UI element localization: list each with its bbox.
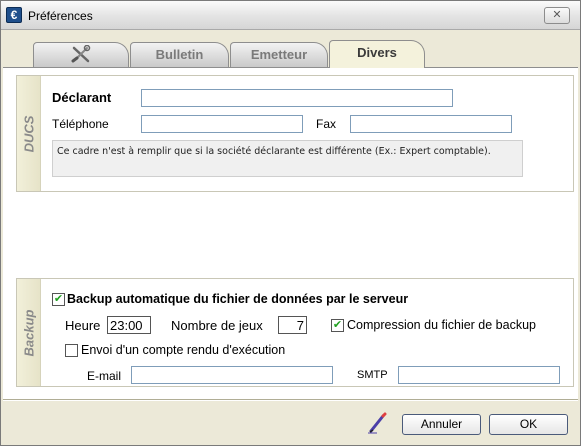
- ducs-group: DUCS Déclarant Téléphone Fax Ce cadre n'…: [16, 75, 574, 192]
- email-label: E-mail: [87, 369, 122, 383]
- email-input[interactable]: [131, 366, 333, 384]
- settings-tools-icon: [71, 44, 91, 63]
- tab-general[interactable]: [33, 42, 129, 67]
- ducs-section-title: DUCS: [21, 115, 36, 152]
- envoi-checkbox[interactable]: [65, 344, 78, 357]
- backup-section-band: Backup: [17, 279, 41, 386]
- smtp-input[interactable]: [398, 366, 560, 384]
- backup-group: Backup ✔ Backup automatique du fichier d…: [16, 278, 574, 387]
- tab-divers[interactable]: Divers: [329, 40, 425, 68]
- tab-bulletin[interactable]: Bulletin: [130, 42, 229, 67]
- heure-label: Heure: [65, 318, 101, 333]
- window-title: Préférences: [28, 9, 93, 23]
- nb-jeux-label: Nombre de jeux: [171, 318, 263, 333]
- footer-separator: [3, 399, 578, 401]
- nb-jeux-input[interactable]: [278, 316, 307, 334]
- compression-label: Compression du fichier de backup: [347, 318, 536, 332]
- envoi-label: Envoi d'un compte rendu d'exécution: [81, 343, 286, 357]
- smtp-label: SMTP: [357, 369, 388, 381]
- declarant-input[interactable]: [141, 89, 453, 107]
- divers-panel: DUCS Déclarant Téléphone Fax Ce cadre n'…: [3, 68, 578, 399]
- declarant-label: Déclarant: [52, 90, 112, 105]
- preferences-window: € Préférences ✕ Bulletin Emetteur Divers…: [0, 0, 581, 446]
- tab-emetteur[interactable]: Emetteur: [230, 42, 328, 67]
- telephone-input[interactable]: [141, 115, 303, 133]
- ducs-info-note: Ce cadre n'est à remplir que si la socié…: [52, 140, 523, 177]
- pen-icon[interactable]: [365, 411, 389, 435]
- close-button[interactable]: ✕: [544, 7, 570, 24]
- title-bar: € Préférences ✕: [1, 1, 580, 30]
- backup-section-title: Backup: [21, 309, 36, 356]
- tab-strip-baseline: [3, 67, 578, 68]
- auto-backup-checkbox[interactable]: ✔: [52, 293, 65, 306]
- compression-checkbox[interactable]: ✔: [331, 319, 344, 332]
- telephone-label: Téléphone: [52, 117, 109, 131]
- heure-input[interactable]: [107, 316, 151, 334]
- auto-backup-label: Backup automatique du fichier de données…: [67, 292, 409, 306]
- ok-button[interactable]: OK: [489, 414, 568, 435]
- fax-label: Fax: [316, 117, 337, 131]
- fax-input[interactable]: [350, 115, 512, 133]
- app-logo-icon: €: [6, 7, 22, 23]
- cancel-button[interactable]: Annuler: [402, 414, 481, 435]
- ducs-section-band: DUCS: [17, 76, 41, 191]
